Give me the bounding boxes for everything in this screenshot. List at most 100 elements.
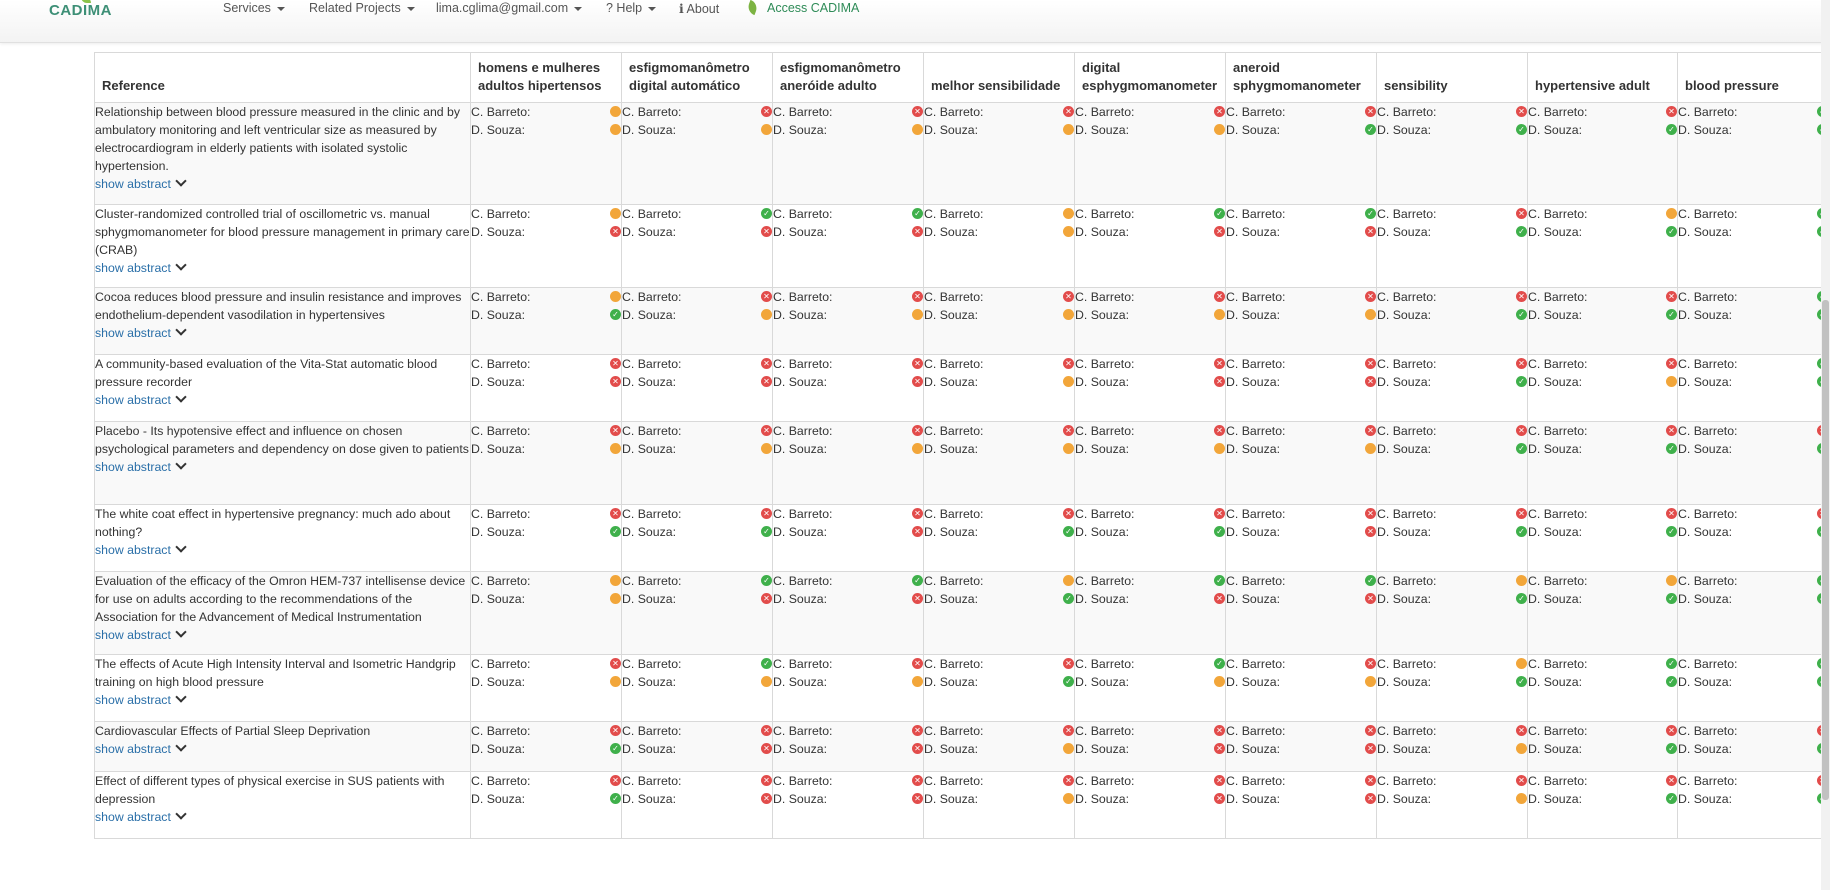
exclude-x-icon: ✕ [761,775,772,786]
rater-name: D. Souza: [471,792,525,806]
rating-barreto: C. Barreto: ✕ [773,355,923,373]
rater-name: D. Souza: [924,742,978,756]
unclear-dot-icon [1516,793,1527,804]
exclude-x-icon: ✕ [761,106,772,117]
rating-barreto: C. Barreto: ✕ [622,103,772,121]
show-abstract-link[interactable]: show abstract [95,541,187,559]
include-check-icon: ✓ [912,575,923,586]
rating-barreto: C. Barreto: [924,572,1074,590]
rating-cell: C. Barreto: ✓ D. Souza: ✕ [772,571,924,655]
rating-cell: C. Barreto: ✕ D. Souza: [772,287,924,355]
rater-name: D. Souza: [1377,442,1431,456]
show-abstract-link[interactable]: show abstract [95,626,187,644]
chevron-down-icon [175,458,187,470]
rating-souza: D. Souza: [1075,121,1225,139]
table-header-row: Reference homens e mulheres adultos hiper… [94,52,1829,103]
rating-barreto: C. Barreto: [1528,205,1677,223]
rating-barreto: C. Barreto: [924,205,1074,223]
rating-souza: D. Souza: [924,440,1074,458]
exclude-x-icon: ✕ [1214,508,1225,519]
rating-cell: C. Barreto: D. Souza: ✕ [470,204,622,288]
chevron-down-icon [175,740,187,752]
show-abstract-link[interactable]: show abstract [95,391,187,409]
rater-name: D. Souza: [1377,525,1431,539]
nav-about[interactable]: ℹ About [679,1,719,16]
scrollbar-thumb[interactable] [1822,300,1829,800]
rating-souza: D. Souza: ✕ [1075,590,1225,608]
include-check-icon: ✓ [1666,124,1677,135]
exclude-x-icon: ✕ [1365,291,1376,302]
include-check-icon: ✓ [1516,443,1527,454]
show-abstract-link[interactable]: show abstract [95,259,187,277]
rater-name: D. Souza: [471,375,525,389]
rater-name: D. Souza: [1678,742,1732,756]
nav-user-menu[interactable]: lima.cglima@gmail.com [436,1,583,15]
rating-souza: D. Souza: [1226,306,1376,324]
rating-souza: D. Souza: ✕ [1226,373,1376,391]
rater-name: C. Barreto: [1075,574,1135,588]
show-abstract-label: show abstract [95,693,171,707]
nav-related-projects[interactable]: Related Projects [309,1,415,15]
unclear-dot-icon [1516,743,1527,754]
exclude-x-icon: ✕ [1063,291,1074,302]
rater-name: D. Souza: [924,375,978,389]
rating-souza: D. Souza: ✕ [1075,740,1225,758]
include-check-icon: ✓ [1214,208,1225,219]
include-check-icon: ✓ [610,793,621,804]
rating-souza: D. Souza: ✓ [1528,673,1677,691]
nav-related-projects-label: Related Projects [309,1,401,15]
exclude-x-icon: ✕ [1516,208,1527,219]
rating-barreto: C. Barreto: ✕ [1377,772,1527,790]
rater-name: C. Barreto: [1226,290,1286,304]
nav-help[interactable]: ? Help [606,1,657,15]
show-abstract-link[interactable]: show abstract [95,740,187,758]
rater-name: C. Barreto: [1226,657,1286,671]
rating-cell: C. Barreto: D. Souza: ✓ [1376,571,1528,655]
rating-barreto: C. Barreto: ✕ [924,772,1074,790]
show-abstract-label: show abstract [95,460,171,474]
show-abstract-link[interactable]: show abstract [95,324,187,342]
rater-name: C. Barreto: [471,290,531,304]
rating-barreto: C. Barreto: ✕ [1528,722,1677,740]
show-abstract-link[interactable]: show abstract [95,175,187,193]
rating-souza: D. Souza: ✓ [1377,440,1527,458]
exclude-x-icon: ✕ [761,743,772,754]
rater-name: C. Barreto: [1226,774,1286,788]
rater-name: C. Barreto: [1377,724,1437,738]
vertical-scrollbar[interactable] [1821,0,1830,890]
rating-cell: C. Barreto: D. Souza: [470,102,622,205]
rater-name: C. Barreto: [1226,724,1286,738]
rating-souza: D. Souza: ✓ [471,306,621,324]
rater-name: D. Souza: [1678,442,1732,456]
rating-souza: D. Souza: [622,673,772,691]
rating-souza: D. Souza: ✓ [1528,440,1677,458]
rating-cell: C. Barreto: ✕ D. Souza: ✕ [1225,721,1377,772]
rater-name: D. Souza: [622,525,676,539]
include-check-icon: ✓ [912,208,923,219]
show-abstract-link[interactable]: show abstract [95,691,187,709]
rating-barreto: C. Barreto: ✕ [1226,422,1376,440]
show-abstract-link[interactable]: show abstract [95,458,187,476]
rating-barreto: C. Barreto: ✕ [622,288,772,306]
reference-cell: Effect of different types of physical ex… [94,771,471,839]
exclude-x-icon: ✕ [1516,775,1527,786]
nav-access-cadima[interactable]: Access CADIMA [746,0,859,16]
show-abstract-link[interactable]: show abstract [95,808,187,826]
unclear-dot-icon [1666,575,1677,586]
show-abstract-label: show abstract [95,543,171,557]
rating-cell: C. Barreto: ✕ D. Souza: ✓ [1527,287,1678,355]
cadima-logo[interactable]: CADIMA [49,0,112,19]
rater-name: C. Barreto: [1678,290,1738,304]
reference-cell: Relationship between blood pressure meas… [94,102,471,205]
rater-name: C. Barreto: [1528,207,1588,221]
rating-cell: C. Barreto: ✓ D. Souza: ✓ [1527,654,1678,722]
column-header-keyword: homens e mulheres adultos hipertensos [470,52,622,103]
nav-services[interactable]: Services [223,1,285,15]
rater-name: C. Barreto: [471,657,531,671]
include-check-icon: ✓ [1516,593,1527,604]
rating-barreto: C. Barreto: ✕ [1528,288,1677,306]
unclear-dot-icon [1516,575,1527,586]
rater-name: C. Barreto: [1528,657,1588,671]
reference-cell: Placebo - Its hypotensive effect and inf… [94,421,471,505]
rating-souza: D. Souza: ✓ [1075,523,1225,541]
